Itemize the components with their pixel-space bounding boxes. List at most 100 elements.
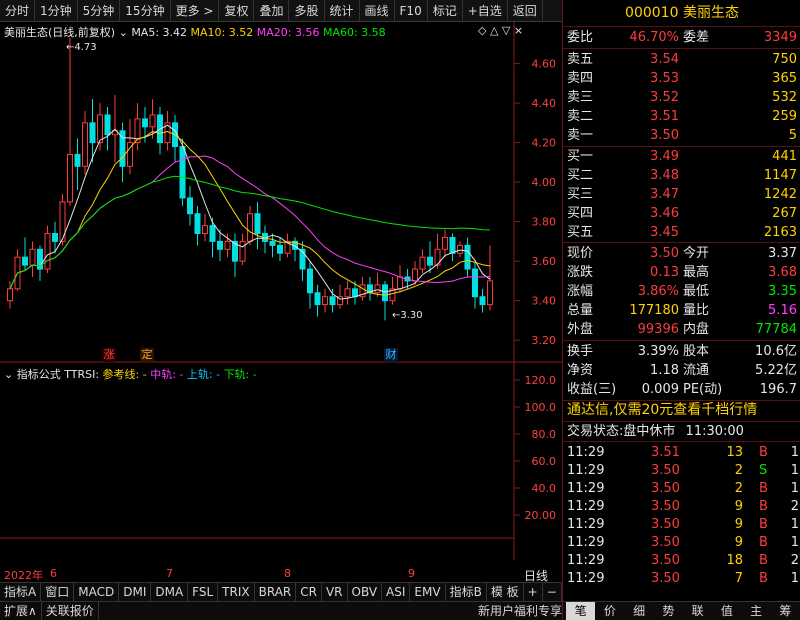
ask-row: 卖三 3.52 532 <box>563 88 800 107</box>
tab-indicator[interactable]: 指标A <box>0 583 42 601</box>
tab-indicator[interactable]: 指标B <box>446 583 487 601</box>
ask-label: 卖三 <box>567 90 594 105</box>
promo-link[interactable]: 新用户福利专享 <box>478 602 562 620</box>
price-tick-label: 3.20 <box>532 334 557 347</box>
event-marker-cai[interactable]: 财 <box>384 348 398 362</box>
stat-label: PE(动) <box>683 382 723 397</box>
tab-indicator[interactable]: DMA <box>151 583 189 601</box>
ask-row: 卖二 3.51 259 <box>563 107 800 126</box>
tab-indicator[interactable]: TRIX <box>218 583 255 601</box>
ask-volume: 750 <box>772 52 797 67</box>
tab-indicator[interactable]: MACD <box>74 583 120 601</box>
tick-volume: 13 <box>726 445 743 460</box>
ask-price: 3.54 <box>650 52 679 67</box>
price-tick-label: 4.20 <box>532 137 557 150</box>
candle-body <box>239 240 246 262</box>
tick-side: B <box>759 499 768 514</box>
candle-body <box>7 288 13 302</box>
tab-indicator[interactable]: CR <box>296 583 322 601</box>
ask-row: 卖一 3.50 5 <box>563 126 800 145</box>
toolbar-item[interactable]: +自选 <box>463 0 508 22</box>
stat-label: 流通 <box>683 363 710 378</box>
tab-indicator[interactable]: 模 板 <box>487 583 524 601</box>
tab-indicator[interactable]: VR <box>322 583 348 601</box>
indicator-label[interactable]: 指标公式 <box>17 368 61 381</box>
bid-price: 3.47 <box>650 187 679 202</box>
toolbar-item[interactable]: 叠加 <box>254 0 290 22</box>
toolbar-item[interactable]: 15分钟 <box>120 0 171 22</box>
bid-row: 买五 3.45 2163 <box>563 223 800 242</box>
toolbar-item[interactable]: 画线 <box>360 0 395 22</box>
toolbar-item[interactable]: 分时 <box>0 0 36 22</box>
candle-body <box>307 268 313 294</box>
toolbar-item[interactable]: 复权 <box>219 0 255 22</box>
bid-price: 3.46 <box>650 206 679 221</box>
toolbar-item[interactable]: 更多 > <box>171 0 220 22</box>
tick-time: 11:29 <box>567 445 605 460</box>
ask-price: 3.52 <box>650 90 679 105</box>
tick-price: 3.50 <box>651 517 680 532</box>
bid-volume: 2163 <box>763 225 797 240</box>
tick-row: 11:29 3.50 2 B 1 <box>563 479 800 498</box>
stat-label: 换手 <box>567 344 594 359</box>
tick-count: 2 <box>790 499 799 514</box>
quote-label: 今开 <box>683 246 710 261</box>
tab-indicator[interactable]: ASI <box>382 583 411 601</box>
quote-value: 3.35 <box>768 284 797 299</box>
tick-price: 3.50 <box>651 553 680 568</box>
candle-body <box>97 114 103 144</box>
candle-body <box>44 232 51 270</box>
trade-status: 交易状态:盘中休市 11:30:00 <box>567 424 744 439</box>
tab-indicator[interactable]: DMI <box>119 583 152 601</box>
indicator-tick-label: 80.0 <box>532 428 557 441</box>
indicator-down: 下轨: - <box>223 368 257 381</box>
toolbar-item[interactable]: 统计 <box>325 0 360 22</box>
candle-body <box>427 256 433 266</box>
toolbar-item[interactable]: 返回 <box>508 0 543 22</box>
tab-add-button[interactable]: + <box>524 583 543 601</box>
chevron-down-icon[interactable]: ⌄ <box>4 368 13 381</box>
tick-side: B <box>759 517 768 532</box>
tick-volume: 9 <box>734 517 743 532</box>
expand-button[interactable]: 扩展∧ <box>0 602 42 620</box>
bid-volume: 1242 <box>763 187 797 202</box>
candle-body <box>277 244 283 254</box>
candle-body <box>142 118 148 128</box>
toolbar-item[interactable]: 5分钟 <box>78 0 121 22</box>
event-marker-ding[interactable]: 定 <box>140 348 154 362</box>
tab-remove-button[interactable]: − <box>543 583 562 601</box>
price-tick-label: 3.60 <box>532 255 557 268</box>
ask-volume: 365 <box>772 71 797 86</box>
tab-indicator[interactable]: BRAR <box>255 583 297 601</box>
quote-label: 现价 <box>567 246 594 261</box>
toolbar-item[interactable]: F10 <box>395 0 428 22</box>
toolbar-item[interactable]: 标记 <box>428 0 463 22</box>
kline-chart[interactable]: 4.60 4.40 4.20 4.00 3.80 3.60 3.40 3.20 120.0 10… <box>0 22 562 582</box>
stat-label: 净资 <box>567 363 594 378</box>
toolbar-item[interactable]: 多股 <box>289 0 325 22</box>
event-marker-zhang[interactable]: 涨 <box>102 348 116 362</box>
tab-indicator[interactable]: EMV <box>410 583 446 601</box>
bid-price: 3.48 <box>650 168 679 183</box>
quote-value: 3.86% <box>637 284 679 299</box>
bid-row: 买一 3.49 441 <box>563 147 800 166</box>
quote-label: 总量 <box>567 303 594 318</box>
tick-row: 11:29 3.50 9 B 1 <box>563 533 800 552</box>
ask-price: 3.51 <box>650 109 679 124</box>
stat-value: 196.7 <box>759 382 797 397</box>
tab-indicator[interactable]: OBV <box>348 583 383 601</box>
tick-row: 11:29 3.50 18 B 2 <box>563 551 800 570</box>
quote-label: 内盘 <box>683 322 710 337</box>
candle-body <box>29 248 36 266</box>
toolbar-item[interactable]: 1分钟 <box>35 0 78 22</box>
promo-banner[interactable]: 通达信,仅需20元查看千档行情 <box>563 401 800 420</box>
tick-price: 3.50 <box>651 535 680 550</box>
tab-indicator[interactable]: FSL <box>188 583 219 601</box>
stat-row: 净资 1.18 流通 5.22亿 <box>563 361 800 380</box>
quote-label: 量比 <box>683 303 710 318</box>
tab-indicator[interactable]: 窗口 <box>41 583 75 601</box>
linked-quote-button[interactable]: 关联报价 <box>42 602 99 620</box>
candle-body <box>352 288 358 298</box>
tick-price: 3.50 <box>651 571 680 586</box>
tick-side: B <box>759 553 768 568</box>
